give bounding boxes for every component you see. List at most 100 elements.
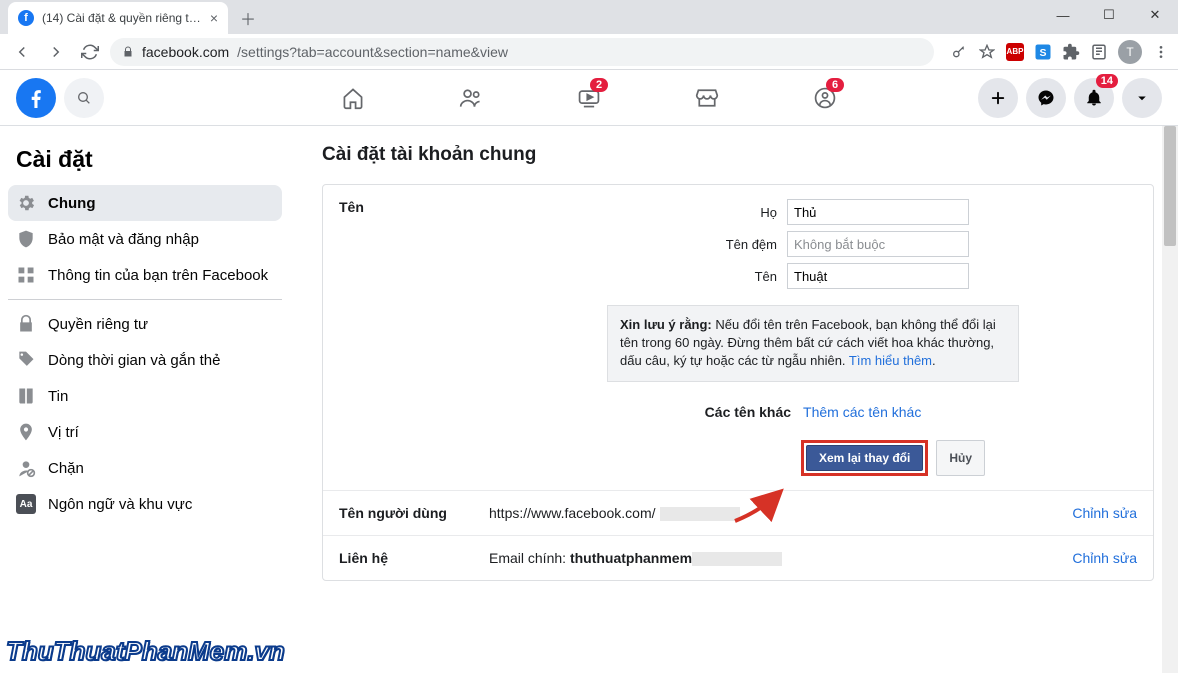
settings-box: Tên Họ Tên đệm Tên Xin lưu <box>322 184 1154 581</box>
lock-icon <box>16 314 36 334</box>
sidebar-item-privacy[interactable]: Quyền riêng tư <box>8 306 282 342</box>
extensions-puzzle-icon[interactable] <box>1062 43 1080 61</box>
create-button[interactable] <box>978 78 1018 118</box>
facebook-favicon: f <box>18 10 34 26</box>
sidebar-item-general[interactable]: Chung <box>8 185 282 221</box>
username-redacted <box>660 507 740 521</box>
sidebar-item-timeline[interactable]: Dòng thời gian và gắn thẻ <box>8 342 282 378</box>
sidebar-label: Thông tin của bạn trên Facebook <box>48 267 268 284</box>
block-icon <box>16 458 36 478</box>
add-other-names-link[interactable]: Thêm các tên khác <box>803 404 921 420</box>
sidebar-label: Chặn <box>48 460 84 477</box>
url-host: facebook.com <box>142 44 229 60</box>
sidebar-item-language[interactable]: Aa Ngôn ngữ và khu vực <box>8 486 282 522</box>
back-button[interactable] <box>8 38 36 66</box>
nav-watch[interactable]: 2 <box>534 74 644 122</box>
shield-icon <box>16 229 36 249</box>
first-name-input[interactable] <box>787 263 969 289</box>
main-content: Cài đặt tài khoản chung Tên Họ Tên đệm T… <box>290 126 1178 673</box>
review-changes-button[interactable]: Xem lại thay đổi <box>806 445 923 471</box>
lock-icon <box>122 46 134 58</box>
key-icon[interactable] <box>950 43 968 61</box>
sidebar-label: Ngôn ngữ và khu vực <box>48 496 192 513</box>
close-tab-icon[interactable]: × <box>210 10 218 26</box>
maximize-button[interactable]: ☐ <box>1086 0 1132 30</box>
groups-badge: 6 <box>826 78 844 92</box>
row-label-contact: Liên hệ <box>339 550 489 566</box>
name-change-notice: Xin lưu ý rằng: Nếu đổi tên trên Faceboo… <box>607 305 1019 382</box>
omnibox[interactable]: facebook.com/settings?tab=account&sectio… <box>110 38 934 66</box>
facebook-header: 2 6 14 <box>0 70 1178 126</box>
new-tab-button[interactable]: ＋ <box>234 4 262 32</box>
nav-marketplace[interactable] <box>652 74 762 122</box>
language-icon: Aa <box>16 494 36 514</box>
star-icon[interactable] <box>978 43 996 61</box>
edit-contact-link[interactable]: Chỉnh sửa <box>1072 550 1137 566</box>
other-names-label: Các tên khác <box>705 404 791 420</box>
gear-icon <box>16 193 36 213</box>
address-bar: facebook.com/settings?tab=account&sectio… <box>0 34 1178 70</box>
sidebar-item-security[interactable]: Bảo mật và đăng nhập <box>8 221 282 257</box>
sidebar-item-location[interactable]: Vị trí <box>8 414 282 450</box>
page-body: Cài đặt Chung Bảo mật và đăng nhập Thông… <box>0 126 1178 673</box>
notifications-button[interactable]: 14 <box>1074 78 1114 118</box>
row-name: Tên Họ Tên đệm Tên Xin lưu <box>323 185 1153 491</box>
sidebar-label: Tin <box>48 388 68 405</box>
nav-friends[interactable] <box>416 74 526 122</box>
messenger-button[interactable] <box>1026 78 1066 118</box>
account-dropdown[interactable] <box>1122 78 1162 118</box>
profile-avatar[interactable]: T <box>1118 40 1142 64</box>
sidebar-label: Chung <box>48 195 95 212</box>
nav-home[interactable] <box>298 74 408 122</box>
sidebar-item-stories[interactable]: Tin <box>8 378 282 414</box>
minimize-button[interactable]: — <box>1040 0 1086 30</box>
cancel-button[interactable]: Hủy <box>936 440 985 476</box>
url-path: /settings?tab=account&section=name&view <box>237 44 508 60</box>
close-window-button[interactable]: ✕ <box>1132 0 1178 30</box>
notifications-badge: 14 <box>1096 74 1118 88</box>
watch-badge: 2 <box>590 78 608 92</box>
center-nav: 2 6 <box>298 74 880 122</box>
tab-title: (14) Cài đặt & quyền riêng tư | Fa <box>42 11 202 25</box>
sidebar-label: Bảo mật và đăng nhập <box>48 231 199 248</box>
contact-redacted <box>692 552 782 566</box>
sidebar-title: Cài đặt <box>8 142 282 185</box>
scrollbar[interactable] <box>1162 126 1178 673</box>
last-name-input[interactable] <box>787 199 969 225</box>
row-label-name: Tên <box>339 199 489 215</box>
middle-name-input[interactable] <box>787 231 969 257</box>
row-label-username: Tên người dùng <box>339 505 489 521</box>
review-button-highlight: Xem lại thay đổi <box>801 440 928 476</box>
sidebar-divider <box>8 299 282 300</box>
sidebar-item-blocking[interactable]: Chặn <box>8 450 282 486</box>
username-value: https://www.facebook.com/ <box>489 505 656 521</box>
middle-name-label: Tên đệm <box>657 237 787 252</box>
tag-icon <box>16 350 36 370</box>
sidebar-label: Quyền riêng tư <box>48 316 148 333</box>
page-heading: Cài đặt tài khoản chung <box>322 144 1154 166</box>
sidebar-label: Vị trí <box>48 424 79 441</box>
chrome-menu-icon[interactable] <box>1152 43 1170 61</box>
notice-bold: Xin lưu ý rằng: <box>620 317 712 332</box>
contact-value: thuthuatphanmem <box>570 550 692 566</box>
search-button[interactable] <box>64 78 104 118</box>
window-controls: — ☐ ✕ <box>1040 0 1178 30</box>
edit-username-link[interactable]: Chỉnh sửa <box>1072 505 1137 521</box>
adblock-icon[interactable]: ABP <box>1006 43 1024 61</box>
row-contact: Liên hệ Email chính: thuthuatphanmem Chỉ… <box>323 536 1153 580</box>
reading-list-icon[interactable] <box>1090 43 1108 61</box>
learn-more-link[interactable]: Tìm hiểu thêm <box>849 353 932 368</box>
reload-button[interactable] <box>76 38 104 66</box>
svg-text:S: S <box>1039 46 1046 58</box>
extension-s-icon[interactable]: S <box>1034 43 1052 61</box>
sidebar-item-yourinfo[interactable]: Thông tin của bạn trên Facebook <box>8 257 282 293</box>
sidebar-label: Dòng thời gian và gắn thẻ <box>48 352 220 369</box>
browser-tab[interactable]: f (14) Cài đặt & quyền riêng tư | Fa × <box>8 2 228 34</box>
window-title-bar: f (14) Cài đặt & quyền riêng tư | Fa × ＋… <box>0 0 1178 34</box>
row-username: Tên người dùng https://www.facebook.com/… <box>323 491 1153 536</box>
last-name-label: Họ <box>657 205 787 220</box>
forward-button[interactable] <box>42 38 70 66</box>
name-form: Họ Tên đệm Tên Xin lưu ý rằng: Nếu đổi t… <box>489 199 1137 476</box>
nav-groups[interactable]: 6 <box>770 74 880 122</box>
facebook-logo[interactable] <box>16 78 56 118</box>
